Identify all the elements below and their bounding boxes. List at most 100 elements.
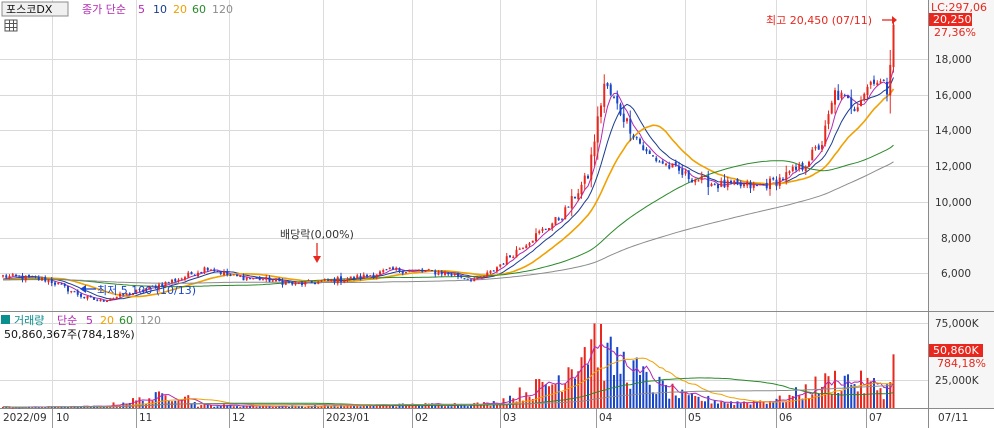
volume-bar <box>564 383 567 408</box>
candle-body <box>489 270 492 274</box>
volume-bar <box>184 396 186 408</box>
candle-body <box>278 278 281 281</box>
candle-body <box>869 81 872 85</box>
price-tick-8000: 8,000 <box>941 233 971 245</box>
candle-body <box>613 96 615 98</box>
price-tick-14000: 14,000 <box>935 125 972 137</box>
volume-bar <box>856 391 859 408</box>
candle-body <box>843 94 846 96</box>
volume-bar <box>577 371 580 408</box>
candle-body <box>694 179 697 183</box>
candle-body <box>284 281 287 285</box>
candle-body <box>340 276 342 282</box>
volume-bar <box>200 405 203 408</box>
candle-body <box>492 270 495 272</box>
candle-body <box>336 277 339 284</box>
candle-body <box>424 270 427 272</box>
volume-bar <box>700 400 703 408</box>
candle-body <box>808 161 810 167</box>
x-label-2023-01: 2023/01 <box>326 412 370 424</box>
candle-body <box>726 180 729 188</box>
volume-bar <box>11 407 14 409</box>
candle-body <box>795 166 797 170</box>
grid-toggle-icon[interactable] <box>4 19 18 32</box>
volume-bar <box>804 384 807 408</box>
candle-body <box>837 90 840 100</box>
candle-body <box>743 184 745 187</box>
x-label-11: 11 <box>139 412 152 424</box>
candle-body <box>564 207 567 220</box>
candle-body <box>268 277 271 282</box>
candle-body <box>775 179 778 187</box>
candle-body <box>398 268 401 272</box>
candle-body <box>765 182 768 189</box>
ma-mode-label: 종가 단순 <box>82 3 126 16</box>
volume-bar <box>671 383 674 408</box>
candle-body <box>99 299 102 302</box>
candle-body <box>544 228 547 230</box>
candle-body <box>785 172 788 181</box>
volume-bar <box>811 394 814 408</box>
candle-body <box>756 184 758 186</box>
candle-body <box>518 248 521 250</box>
volume-bar <box>713 400 716 408</box>
volume-ma-mode: 단순 <box>57 314 77 327</box>
candle-body <box>704 176 706 178</box>
symbol-label[interactable]: 포스코DX <box>6 3 53 16</box>
volume-legend-swatch <box>1 315 10 324</box>
candle-body <box>294 282 297 285</box>
volume-bar <box>613 375 615 408</box>
candle-body <box>291 282 294 285</box>
candle-body <box>619 104 622 115</box>
volume-bar <box>463 405 466 408</box>
candle-body <box>593 141 596 157</box>
volume-bar <box>782 402 784 408</box>
candle-body <box>112 298 115 300</box>
chart-canvas[interactable]: 포스코DX 종가 단순 5 10 20 60 120 최고 20,450 (07… <box>0 0 994 428</box>
volume-bar <box>239 406 242 408</box>
candle-body <box>317 281 320 284</box>
candle-body <box>330 279 333 281</box>
candle-body <box>359 275 362 279</box>
volume-bar <box>772 402 775 408</box>
candle-body <box>395 267 398 271</box>
candle-body <box>102 300 105 302</box>
candle-body <box>31 276 34 278</box>
volume-bar <box>440 405 443 408</box>
candle-body <box>730 180 732 184</box>
volume-bar <box>388 405 391 408</box>
x-label-03: 03 <box>503 412 516 424</box>
candle-body <box>863 93 866 101</box>
volume-bar <box>138 397 141 408</box>
candle-body <box>349 276 352 279</box>
candle-body <box>635 137 638 139</box>
candle-body <box>580 184 583 195</box>
candle-body <box>681 169 684 175</box>
candle-body <box>463 278 466 280</box>
candle-body <box>622 113 625 122</box>
price-tick-6000: 6,000 <box>941 268 971 280</box>
volume-bar <box>668 398 671 408</box>
candle-body <box>210 269 212 271</box>
volume-bar <box>304 407 307 409</box>
volume-bar <box>551 384 554 408</box>
candle-body <box>109 299 112 301</box>
volume-bar <box>470 406 472 408</box>
ma20-legend: 20 <box>173 3 187 16</box>
volume-bar <box>652 392 654 408</box>
candle-body <box>557 218 560 220</box>
volume-bar <box>216 406 219 408</box>
candle-body <box>470 279 472 281</box>
x-label-05: 05 <box>688 412 701 424</box>
candle-body <box>531 240 534 243</box>
candle-body <box>392 267 394 270</box>
volume-bar <box>814 376 817 408</box>
candle-body <box>648 150 651 154</box>
candle-body <box>418 270 420 272</box>
ma60-legend: 60 <box>192 3 206 16</box>
volume-bar <box>863 393 866 408</box>
volume-bar <box>687 395 690 408</box>
volume-bar <box>678 398 680 408</box>
volume-bar <box>704 401 706 408</box>
volume-pct: 784,18% <box>937 357 986 370</box>
